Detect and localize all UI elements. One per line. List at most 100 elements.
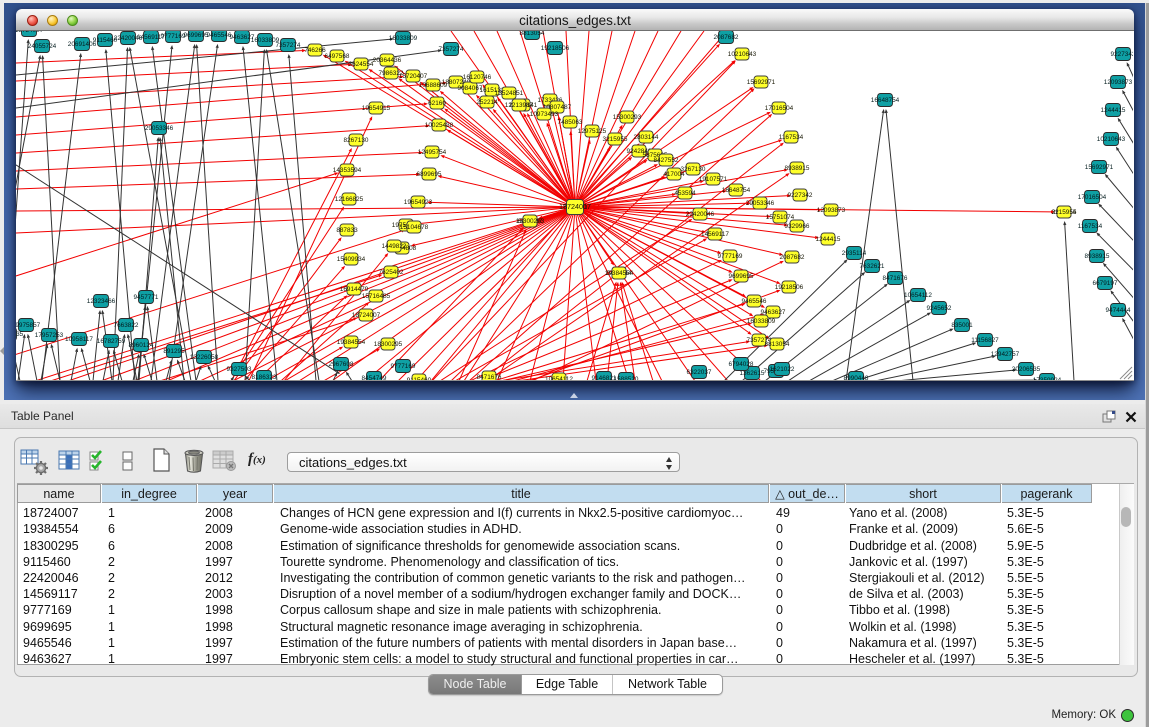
svg-text:12093873: 12093873: [817, 207, 846, 214]
svg-text:6899695: 6899695: [417, 171, 442, 178]
svg-text:9327503: 9327503: [227, 366, 252, 373]
svg-text:3215955: 3215955: [603, 136, 628, 143]
svg-text:8813054: 8813054: [520, 31, 545, 37]
svg-text:10025438: 10025438: [425, 122, 454, 129]
svg-text:19654915: 19654915: [362, 105, 391, 112]
svg-text:252214: 252214: [476, 99, 498, 106]
svg-text:14353594: 14353594: [333, 167, 362, 174]
svg-text:7485063: 7485063: [558, 119, 583, 126]
svg-text:1167534: 1167534: [779, 134, 804, 141]
svg-text:19654923: 19654923: [404, 199, 433, 206]
svg-text:746266: 746266: [304, 47, 326, 54]
svg-text:2087682: 2087682: [780, 254, 805, 261]
svg-text:15300293: 15300293: [613, 114, 642, 121]
svg-text:12505135: 12505135: [16, 331, 24, 338]
svg-text:10210643: 10210643: [1097, 136, 1126, 143]
svg-text:12166825: 12166825: [335, 196, 364, 203]
svg-text:9474444: 9474444: [1106, 307, 1131, 314]
svg-text:9465546: 9465546: [742, 298, 767, 305]
svg-text:12323466: 12323466: [87, 298, 116, 305]
svg-text:15300293: 15300293: [516, 218, 545, 225]
svg-text:16648754: 16648754: [871, 97, 900, 104]
svg-text:18724007: 18724007: [16, 31, 44, 34]
svg-text:891295: 891295: [163, 348, 185, 355]
svg-text:15692971: 15692971: [1085, 164, 1114, 171]
svg-text:10654112: 10654112: [545, 376, 573, 380]
svg-text:8454749: 8454749: [362, 375, 387, 380]
svg-text:1588520: 1588520: [614, 376, 639, 380]
svg-text:2803144: 2803144: [634, 134, 659, 141]
svg-text:9227342: 9227342: [1111, 51, 1133, 58]
svg-text:19218506: 19218506: [541, 45, 570, 52]
svg-text:8267130: 8267130: [344, 137, 369, 144]
svg-text:18300295: 18300295: [374, 341, 403, 348]
svg-text:887833: 887833: [336, 227, 358, 234]
svg-text:15409934: 15409934: [337, 256, 366, 263]
svg-text:9699695: 9699695: [729, 273, 754, 280]
svg-text:6679197: 6679197: [1093, 280, 1118, 287]
svg-text:10973493: 10973493: [530, 111, 559, 118]
svg-text:12975125: 12975125: [578, 128, 607, 135]
svg-text:3267130: 3267130: [681, 166, 706, 173]
svg-text:8471676: 8471676: [883, 275, 908, 282]
svg-text:9699695: 9699695: [184, 32, 209, 39]
svg-text:18724007: 18724007: [559, 202, 591, 211]
svg-text:7663822: 7663822: [114, 322, 139, 329]
svg-text:16033809: 16033809: [389, 35, 418, 42]
svg-text:12942757: 12942757: [991, 351, 1020, 358]
svg-text:14569117: 14569117: [701, 231, 729, 238]
svg-text:11156827: 11156827: [971, 337, 999, 344]
svg-text:17016504: 17016504: [1078, 194, 1107, 201]
svg-text:6497568: 6497568: [325, 53, 350, 60]
svg-text:29053346: 29053346: [746, 200, 775, 207]
svg-text:9465546: 9465546: [207, 32, 232, 39]
svg-text:19384554: 19384554: [337, 339, 366, 346]
svg-text:2935114: 2935114: [842, 250, 867, 257]
svg-text:8960124: 8960124: [129, 342, 154, 349]
svg-text:1449822: 1449822: [382, 243, 407, 250]
svg-text:9245652: 9245652: [927, 305, 952, 312]
svg-text:16648754: 16648754: [722, 187, 751, 194]
svg-text:15104678: 15104678: [400, 224, 429, 231]
svg-text:19384554: 19384554: [605, 270, 634, 277]
svg-text:8186323: 8186323: [252, 374, 277, 380]
svg-text:8938915: 8938915: [1085, 253, 1110, 260]
svg-text:1167534: 1167534: [1078, 223, 1103, 230]
svg-text:2967608: 2967608: [329, 361, 354, 368]
svg-text:15720407: 15720407: [399, 73, 428, 80]
svg-text:13226058: 13226058: [190, 354, 219, 361]
svg-text:12213987: 12213987: [505, 102, 534, 109]
svg-text:835001: 835001: [951, 322, 973, 329]
svg-text:19218506: 19218506: [775, 284, 804, 291]
svg-text:6322037: 6322037: [687, 369, 712, 376]
svg-text:13524851: 13524851: [495, 90, 524, 97]
svg-text:1244415: 1244415: [816, 236, 841, 243]
svg-text:62160: 62160: [428, 100, 446, 107]
svg-text:10210643: 10210643: [728, 51, 757, 58]
svg-text:6794028: 6794028: [729, 361, 754, 368]
svg-text:17016504: 17016504: [765, 105, 794, 112]
svg-text:24055724: 24055724: [28, 43, 57, 50]
svg-text:8990448: 8990448: [844, 375, 869, 380]
svg-text:9227342: 9227342: [788, 192, 813, 199]
svg-text:16914479: 16914479: [340, 286, 369, 293]
svg-text:9777169: 9777169: [391, 363, 416, 370]
svg-text:3215955: 3215955: [1052, 209, 1077, 216]
svg-text:8938915: 8938915: [785, 165, 810, 172]
svg-text:22420046: 22420046: [686, 211, 715, 218]
svg-text:10654112: 10654112: [904, 292, 932, 299]
svg-text:20364436: 20364436: [373, 57, 402, 64]
svg-text:12495754: 12495754: [418, 149, 447, 156]
svg-text:8427552: 8427552: [654, 157, 679, 164]
svg-text:3624554: 3624554: [349, 61, 374, 68]
svg-text:9777169: 9777169: [718, 253, 743, 260]
svg-text:19107571: 19107571: [699, 176, 728, 183]
svg-text:8471676: 8471676: [477, 374, 502, 380]
svg-text:7357274: 7357274: [276, 42, 301, 49]
svg-text:1244415: 1244415: [1101, 107, 1126, 114]
svg-text:453594: 453594: [674, 190, 696, 197]
svg-text:12093873: 12093873: [1104, 79, 1133, 86]
svg-text:17957253: 17957253: [35, 332, 64, 339]
svg-text:18724007: 18724007: [352, 312, 381, 319]
svg-text:15716485: 15716485: [362, 293, 391, 300]
